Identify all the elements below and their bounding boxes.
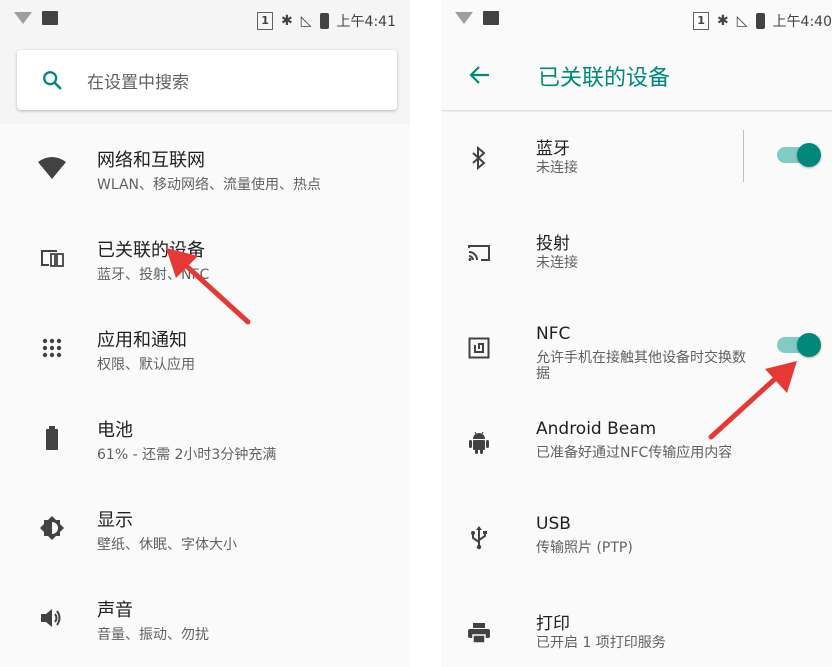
item-subtitle: 允许手机在接触其他设备时交换数据 [536, 350, 746, 382]
clock: 上午4:41 [336, 14, 396, 30]
app-bar: 已关联的设备 [441, 40, 832, 110]
item-subtitle: 已开启 1 项打印服务 [536, 635, 666, 651]
item-subtitle: 已准备好通过NFC传输应用内容 [536, 445, 733, 461]
battery-status-icon [755, 13, 765, 29]
devices-icon [41, 250, 64, 267]
battery-status-icon [319, 13, 329, 29]
nfc-toggle[interactable] [777, 332, 821, 357]
settings-item-display[interactable]: 显示 壁纸、休眠、字体大小 [0, 484, 410, 574]
item-subtitle: 蓝牙、投射、NFC [97, 267, 210, 283]
item-subtitle: WLAN、移动网络、流量使用、热点 [97, 177, 322, 193]
settings-item-apps[interactable]: 应用和通知 权限、默认应用 [0, 304, 410, 394]
image-notification-icon [483, 11, 499, 25]
item-subtitle: 壁纸、休眠、字体大小 [97, 537, 237, 553]
status-bar: 1 ✱ ◺ 上午4:40 [441, 0, 832, 40]
settings-item-connected-devices[interactable]: 已关联的设备 蓝牙、投射、NFC [0, 214, 410, 304]
print-icon [468, 623, 490, 644]
sim-icon: 1 [257, 12, 274, 30]
item-subtitle: 未连接 [536, 160, 578, 176]
search-placeholder: 在设置中搜索 [87, 72, 189, 93]
search-bar[interactable]: 在设置中搜索 [17, 50, 397, 110]
item-title: NFC [536, 324, 571, 344]
settings-item-print[interactable]: 打印 已开启 1 项打印服务 [441, 587, 832, 667]
settings-item-cast[interactable]: 投射 未连接 [441, 207, 832, 302]
clock: 上午4:40 [772, 14, 832, 30]
bluetooth-toggle[interactable] [777, 142, 821, 167]
connected-devices-screen: 1 ✱ ◺ 上午4:40 已关联的设备 蓝牙 未连接 投射 未连接 NFC 允许… [441, 0, 832, 667]
settings-item-bluetooth[interactable]: 蓝牙 未连接 [441, 112, 832, 207]
brightness-icon [40, 516, 64, 540]
settings-list: 网络和互联网 WLAN、移动网络、流量使用、热点 已关联的设备 蓝牙、投射、NF… [0, 124, 410, 667]
item-title: 打印 [536, 614, 570, 634]
bluetooth-icon [472, 146, 486, 170]
connected-devices-list: 蓝牙 未连接 投射 未连接 NFC 允许手机在接触其他设备时交换数据 Andro… [441, 112, 832, 667]
no-signal-icon: ◺ [300, 13, 312, 29]
item-title: 显示 [97, 510, 133, 531]
settings-item-nfc[interactable]: NFC 允许手机在接触其他设备时交换数据 [441, 302, 832, 397]
settings-screen: 1 ✱ ◺ 上午4:41 在设置中搜索 网络和互联网 WLAN、移动网络、流量使… [0, 0, 410, 667]
wifi-icon [38, 157, 66, 179]
image-notification-icon [42, 11, 58, 25]
item-title: 投射 [536, 234, 570, 254]
status-bar: 1 ✱ ◺ 上午4:41 [0, 0, 410, 40]
cast-icon [468, 245, 490, 261]
settings-item-android-beam[interactable]: Android Beam 已准备好通过NFC传输应用内容 [441, 397, 832, 492]
battery-icon [46, 426, 58, 450]
nfc-icon [468, 337, 490, 359]
item-title: 已关联的设备 [97, 240, 205, 261]
search-icon [43, 71, 62, 90]
wifi-question-icon [14, 12, 32, 24]
settings-item-battery[interactable]: 电池 61% - 还需 2小时3分钟充满 [0, 394, 410, 484]
item-title: Android Beam [536, 419, 657, 439]
settings-item-network[interactable]: 网络和互联网 WLAN、移动网络、流量使用、热点 [0, 124, 410, 214]
item-title: 应用和通知 [97, 330, 187, 351]
settings-item-usb[interactable]: USB 传输照片 (PTP) [441, 492, 832, 587]
item-title: USB [536, 514, 571, 534]
item-subtitle: 未连接 [536, 255, 578, 271]
android-icon [469, 431, 489, 454]
wifi-question-icon [455, 12, 473, 24]
item-subtitle: 音量、振动、勿扰 [97, 627, 209, 643]
item-title: 电池 [97, 420, 133, 441]
back-arrow-icon[interactable] [469, 64, 491, 86]
bluetooth-status-icon: ✱ [717, 13, 729, 29]
item-subtitle: 权限、默认应用 [97, 357, 195, 373]
no-signal-icon: ◺ [736, 13, 748, 29]
item-title: 蓝牙 [536, 139, 570, 159]
bluetooth-status-icon: ✱ [281, 13, 293, 29]
item-title: 声音 [97, 600, 133, 621]
usb-icon [471, 526, 487, 550]
item-subtitle: 传输照片 (PTP) [536, 540, 633, 556]
sim-icon: 1 [693, 12, 710, 30]
divider [743, 130, 744, 182]
page-title: 已关联的设备 [538, 66, 671, 91]
item-title: 网络和互联网 [97, 150, 205, 171]
volume-icon [41, 609, 61, 627]
settings-item-sound[interactable]: 声音 音量、振动、勿扰 [0, 574, 410, 664]
item-subtitle: 61% - 还需 2小时3分钟充满 [97, 447, 277, 463]
apps-icon [42, 338, 62, 358]
